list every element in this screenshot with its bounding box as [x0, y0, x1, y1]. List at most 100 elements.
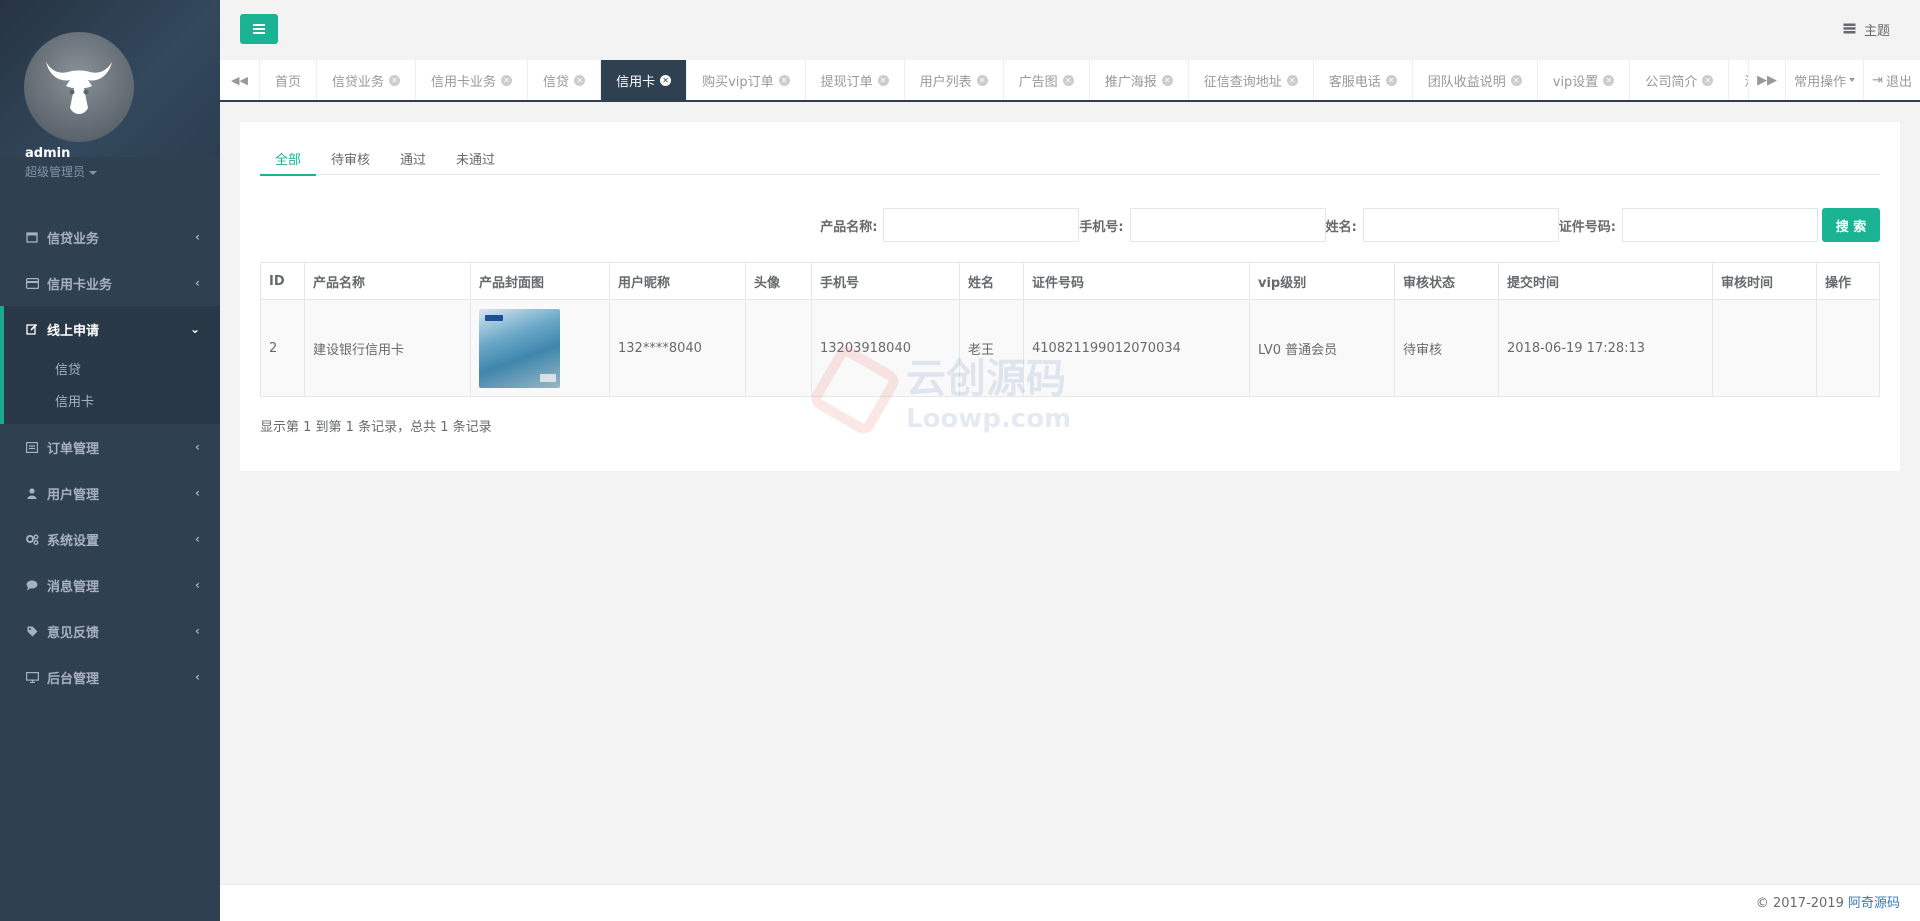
status-tab-approved[interactable]: 通过: [385, 142, 441, 175]
tab-credit-query-url[interactable]: 征信查询地址 ✕: [1189, 60, 1314, 100]
tab-messages[interactable]: 消息: [1729, 60, 1748, 100]
cell-review-status: 待审核: [1394, 299, 1499, 397]
status-tab-pending[interactable]: 待审核: [316, 142, 385, 175]
watermark: 云创源码 Loowp.com: [807, 342, 1120, 438]
close-icon[interactable]: ✕: [1702, 74, 1714, 86]
column-header[interactable]: 用户昵称: [609, 262, 746, 300]
tab-home[interactable]: 首页: [260, 60, 318, 100]
tag-icon: [25, 625, 39, 637]
column-header[interactable]: 审核时间: [1712, 262, 1817, 300]
sidebar-item-online-apply[interactable]: 线上申请 ⌄: [4, 306, 220, 352]
close-icon[interactable]: ✕: [389, 74, 401, 86]
tab-banner-images[interactable]: 广告图 ✕: [1004, 60, 1090, 100]
close-icon[interactable]: ✕: [1286, 74, 1298, 86]
sidebar-subitem-credit-card[interactable]: 信用卡: [4, 384, 220, 416]
column-header[interactable]: 产品封面图: [470, 262, 610, 300]
tab-credit-card[interactable]: 信用卡 ✕: [601, 60, 688, 100]
column-header[interactable]: 产品名称: [304, 262, 471, 300]
credit-card-icon: [25, 277, 39, 289]
cell-vip-level: LV0 普通会员: [1249, 299, 1395, 397]
column-header[interactable]: 头像: [745, 262, 812, 300]
tab-service-phone[interactable]: 客服电话 ✕: [1314, 60, 1413, 100]
credit-card-cover-image[interactable]: [479, 308, 560, 388]
tab-loan[interactable]: 信贷 ✕: [528, 60, 602, 100]
sidebar-submenu: 信贷 信用卡: [4, 352, 220, 424]
sidebar-item-label: 订单管理: [47, 441, 100, 457]
close-icon[interactable]: ✕: [1062, 74, 1074, 86]
tab-label: 团队收益说明: [1427, 74, 1506, 90]
tab-vip-settings[interactable]: vip设置 ✕: [1538, 60, 1631, 100]
id-number-label: 证件号码:: [1558, 219, 1616, 235]
status-tab-all[interactable]: 全部: [260, 142, 317, 176]
sidebar-item-credit-card-business[interactable]: 信用卡业务 ‹: [0, 260, 220, 306]
close-icon[interactable]: ✕: [1385, 74, 1397, 86]
tabs-scroll-right-button[interactable]: ▶▶: [1748, 60, 1785, 100]
column-header[interactable]: 审核状态: [1394, 262, 1499, 300]
tab-withdraw-orders[interactable]: 提现订单 ✕: [806, 60, 905, 100]
column-header[interactable]: 证件号码: [1023, 262, 1250, 300]
edit-icon: [25, 323, 39, 335]
search-group-name: 姓名:: [1326, 208, 1559, 242]
close-icon[interactable]: ✕: [778, 74, 790, 86]
tab-credit-card-business[interactable]: 信用卡业务 ✕: [416, 60, 529, 100]
backward-icon: ◀◀: [231, 73, 248, 87]
cell-review-time: [1712, 299, 1817, 397]
tab-label: 客服电话: [1328, 74, 1381, 90]
column-header[interactable]: 姓名: [959, 262, 1024, 300]
id-number-input[interactable]: [1622, 208, 1818, 242]
sidebar-item-message-management[interactable]: 消息管理 ‹: [0, 562, 220, 608]
common-operations-dropdown[interactable]: 常用操作: [1785, 60, 1863, 100]
close-icon[interactable]: ✕: [877, 74, 889, 86]
close-icon[interactable]: ✕: [501, 74, 513, 86]
tab-label: 首页: [275, 74, 302, 90]
product-name-input[interactable]: [883, 208, 1080, 242]
phone-input[interactable]: [1129, 208, 1326, 242]
column-header[interactable]: 提交时间: [1498, 262, 1713, 300]
tab-label: 公司简介: [1645, 74, 1698, 90]
tab-company-intro[interactable]: 公司简介 ✕: [1630, 60, 1730, 100]
sidebar-item-order-management[interactable]: 订单管理 ‹: [0, 424, 220, 470]
tabs-scroll-left-button[interactable]: ◀◀: [220, 60, 260, 100]
cell-cover-image: [470, 299, 610, 397]
sidebar-item-system-settings[interactable]: 系统设置 ‹: [0, 516, 220, 562]
avatar[interactable]: [24, 32, 134, 142]
theme-button[interactable]: 主题: [1843, 20, 1890, 39]
close-icon[interactable]: ✕: [1510, 74, 1522, 86]
close-icon[interactable]: ✕: [574, 74, 586, 86]
tab-label: 提现订单: [820, 74, 873, 90]
cell-nickname: 132****8040: [609, 299, 746, 397]
column-header[interactable]: 操作: [1816, 262, 1880, 300]
sign-out-icon: ⇥: [1872, 72, 1883, 88]
name-input[interactable]: [1362, 208, 1559, 242]
cell-avatar: [745, 299, 812, 397]
tab-loan-business[interactable]: 信贷业务 ✕: [317, 60, 417, 100]
sidebar-item-backend-management[interactable]: 后台管理 ‹: [0, 654, 220, 700]
close-icon[interactable]: ✕: [1603, 74, 1615, 86]
column-header[interactable]: vip级别: [1249, 262, 1395, 300]
chevron-left-icon: ‹: [195, 230, 200, 244]
sidebar-item-loan-business[interactable]: 信贷业务 ‹: [0, 214, 220, 260]
tab-promo-poster[interactable]: 推广海报 ✕: [1090, 60, 1189, 100]
main-area: 主题 ◀◀ 首页 信贷业务 ✕ 信用卡业务 ✕ 信贷 ✕ 信用卡 ✕ 购买vip订单 ✕ …: [220, 0, 1920, 921]
status-tab-rejected[interactable]: 未通过: [441, 142, 510, 175]
tab-vip-orders[interactable]: 购买vip订单 ✕: [687, 60, 806, 100]
column-header[interactable]: 手机号: [811, 262, 960, 300]
tab-label: 购买vip订单: [702, 74, 774, 90]
tab-team-earnings[interactable]: 团队收益说明 ✕: [1413, 60, 1538, 100]
chevron-left-icon: ‹: [195, 486, 200, 500]
footer-link[interactable]: 阿奇源码: [1848, 896, 1900, 911]
tab-user-list[interactable]: 用户列表 ✕: [905, 60, 1004, 100]
sidebar-subitem-loan[interactable]: 信贷: [4, 352, 220, 384]
close-icon[interactable]: ✕: [976, 74, 988, 86]
close-icon[interactable]: ✕: [660, 74, 672, 86]
sidebar-item-feedback[interactable]: 意见反馈 ‹: [0, 608, 220, 654]
logout-button[interactable]: ⇥ 退出: [1863, 60, 1920, 100]
menu-toggle-button[interactable]: [240, 14, 278, 44]
close-icon[interactable]: ✕: [1161, 74, 1173, 86]
sidebar-item-user-management[interactable]: 用户管理 ‹: [0, 470, 220, 516]
search-button[interactable]: 搜 索: [1822, 208, 1880, 242]
chevron-left-icon: ‹: [195, 532, 200, 546]
page-tabs: 首页 信贷业务 ✕ 信用卡业务 ✕ 信贷 ✕ 信用卡 ✕ 购买vip订单 ✕ 提现订单 ✕ …: [260, 60, 1748, 100]
role-dropdown[interactable]: 超级管理员: [25, 163, 98, 180]
column-header[interactable]: ID: [260, 262, 305, 300]
